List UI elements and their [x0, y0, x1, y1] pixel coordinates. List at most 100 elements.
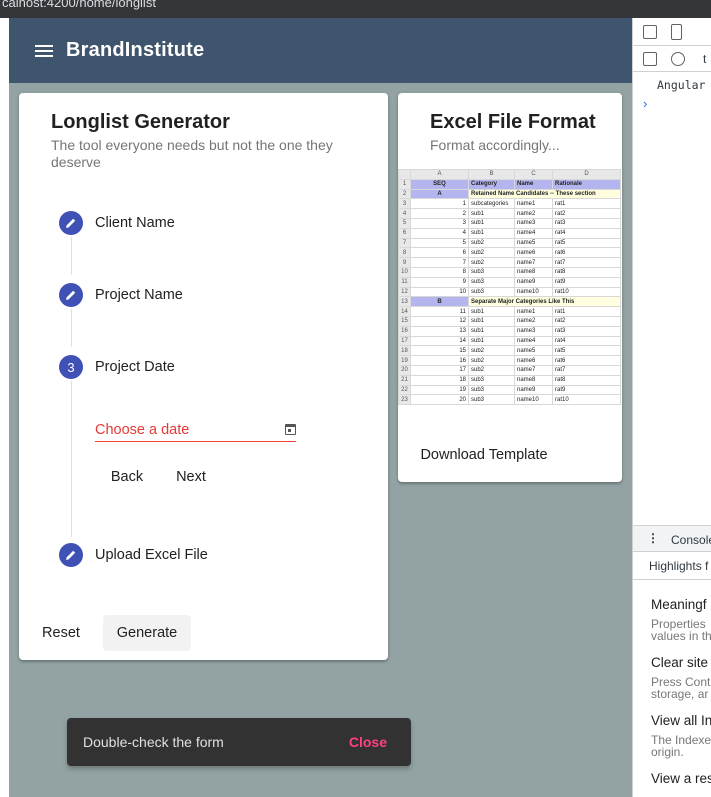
sheet-cell: rat7 — [552, 257, 621, 268]
news-item-title[interactable]: Clear site — [651, 655, 708, 670]
console-toolbar: t — [633, 46, 711, 72]
sheet-cell: sub2 — [468, 237, 515, 249]
sheet-cell: name2 — [514, 315, 553, 327]
sheet-cell: rat6 — [552, 355, 621, 366]
app-toolbar: BrandInstitute — [9, 18, 632, 83]
step-project-date[interactable]: 3 Project Date — [59, 355, 175, 379]
browser-url-bar[interactable]: calhost:4200/home/longlist — [0, 0, 711, 18]
download-template-button[interactable]: Download Template — [414, 437, 554, 473]
sheet-cell: sub1 — [468, 315, 515, 327]
sheet-cell: sub3 — [468, 276, 515, 288]
inspect-element-icon[interactable] — [643, 25, 657, 39]
sheet-cell: rat9 — [552, 276, 621, 288]
sheet-cell: rat8 — [552, 266, 621, 278]
sheet-cell: rat5 — [552, 345, 621, 357]
brand-title: BrandInstitute — [66, 39, 205, 61]
sheet-row: 5 3 sub1 name3 rat3 — [398, 217, 621, 229]
drawer-tabs: ⋮ Console — [633, 525, 711, 552]
device-toolbar-icon[interactable] — [671, 24, 682, 40]
console-prompt-icon[interactable]: › — [643, 96, 647, 111]
sheet-section-a: 3 1 subcategories name1 rat1 4 2 sub1 name2 rat2 5… — [398, 198, 621, 298]
sheet-cell: sub1 — [468, 335, 515, 347]
sheet-cell: name10 — [514, 394, 553, 406]
sheet-cell: rat6 — [552, 247, 621, 259]
sheet-cell: name4 — [514, 335, 553, 347]
sheet-cell: sub1 — [468, 306, 515, 317]
sheet-cell: subcategories — [468, 198, 515, 210]
sheet-cell: sub3 — [468, 374, 515, 386]
sheet-cell: rat7 — [552, 364, 621, 376]
sheet-cell: 8 — [410, 266, 469, 278]
sheet-cell: 12 — [410, 315, 469, 327]
news-item-text: storage, ar — [651, 687, 709, 701]
sheet-row: 10 8 sub3 name8 rat8 — [398, 266, 621, 278]
news-item-title[interactable]: View all In — [651, 713, 711, 728]
sheet-cell: name9 — [514, 384, 553, 396]
sheet-row: 7 5 sub2 name5 rat5 — [398, 237, 621, 249]
sidebar-toggle-icon[interactable] — [643, 52, 657, 66]
step-project-name[interactable]: Project Name — [59, 283, 183, 307]
news-item-title[interactable]: Meaningf — [651, 597, 707, 612]
sheet-cell: 6 — [410, 247, 469, 259]
step-connector — [71, 237, 72, 275]
card-subtitle: Format accordingly... — [430, 137, 560, 153]
step-number: 3 — [59, 355, 83, 379]
excel-format-card: Excel File Format Format accordingly... … — [398, 93, 622, 482]
back-button[interactable]: Back — [99, 459, 155, 495]
step-label: Upload Excel File — [95, 547, 208, 563]
next-button[interactable]: Next — [163, 459, 219, 495]
sheet-cell: sub2 — [468, 364, 515, 376]
devtools-toolbar — [633, 18, 711, 46]
sheet-cell: 11 — [410, 306, 469, 317]
step-client-name[interactable]: Client Name — [59, 211, 175, 235]
sheet-cell: rat3 — [552, 325, 621, 337]
sheet-row: 4 2 sub1 name2 rat2 — [398, 208, 621, 219]
longlist-generator-card: Longlist Generator The tool everyone nee… — [19, 93, 388, 660]
sheet-cell: 4 — [410, 227, 469, 239]
news-item-title[interactable]: View a res — [651, 771, 711, 786]
sheet-row: 23 20 sub3 name10 rat10 — [398, 394, 621, 406]
sheet-row: 9 7 sub2 name7 rat7 — [398, 257, 621, 268]
reset-button[interactable]: Reset — [29, 615, 93, 651]
sheet-cell: sub3 — [468, 384, 515, 396]
clear-console-icon[interactable] — [671, 52, 685, 66]
date-input[interactable]: Choose a date — [95, 418, 296, 442]
date-placeholder: Choose a date — [95, 421, 190, 438]
tab-console[interactable]: Console — [671, 533, 711, 547]
sheet-cell: 17 — [410, 364, 469, 376]
step-label: Project Date — [95, 359, 175, 375]
sheet-column-header: A B C D — [398, 169, 621, 180]
snackbar: Double-check the form Close — [67, 718, 411, 766]
sheet-cell: name4 — [514, 227, 553, 239]
sheet-cell: name5 — [514, 345, 553, 357]
sheet-cell: rat4 — [552, 227, 621, 239]
sheet-cell: rat10 — [552, 286, 621, 298]
sheet-cell: 5 — [410, 237, 469, 249]
sheet-cell: sub2 — [468, 257, 515, 268]
sheet-cell: sub3 — [468, 266, 515, 278]
menu-icon[interactable] — [35, 41, 55, 61]
sheet-cell: rat3 — [552, 217, 621, 229]
sheet-cell: 16 — [410, 355, 469, 366]
sheet-cell: 1 — [410, 198, 469, 210]
sheet-row: 21 18 sub3 name8 rat8 — [398, 374, 621, 386]
snackbar-close-button[interactable]: Close — [349, 734, 387, 750]
sheet-row: 13 B Separate Major Categories Like This — [398, 296, 621, 308]
whats-new-header: Highlights f — [633, 552, 711, 580]
news-item-text: values in th — [651, 629, 711, 643]
calendar-icon[interactable] — [285, 424, 296, 435]
sheet-cell: sub1 — [468, 325, 515, 337]
highlights-heading: Highlights f — [649, 559, 709, 573]
kebab-menu-icon[interactable]: ⋮ — [647, 531, 659, 545]
sheet-cell: 2 — [410, 208, 469, 219]
step-upload-excel[interactable]: Upload Excel File — [59, 543, 208, 567]
snackbar-message: Double-check the form — [83, 734, 224, 750]
sheet-cell: 7 — [410, 257, 469, 268]
sheet-cell: name1 — [514, 306, 553, 317]
sheet-row: 11 9 sub3 name9 rat9 — [398, 276, 621, 288]
generate-button[interactable]: Generate — [103, 615, 191, 651]
excel-sample-image: A B C D 1 SEQ Category Name Rationale 2 … — [398, 169, 622, 409]
sheet-cell: rat2 — [552, 315, 621, 327]
sheet-cell: rat5 — [552, 237, 621, 249]
sheet-row: 19 16 sub2 name6 rat6 — [398, 355, 621, 366]
